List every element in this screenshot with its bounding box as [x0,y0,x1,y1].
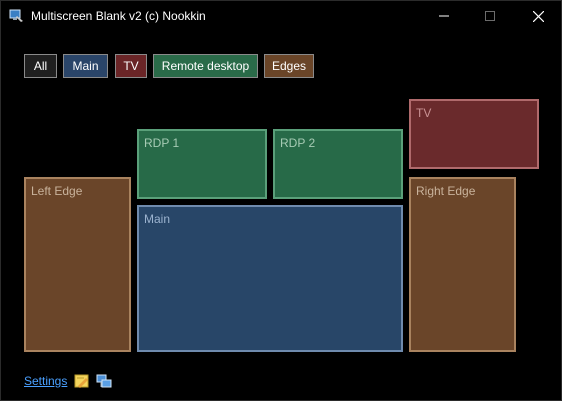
maximize-icon [485,11,495,21]
screen-right-edge[interactable]: Right Edge [409,177,516,352]
title-bar[interactable]: Multiscreen Blank v2 (c) Nookkin [1,1,561,31]
screen-label: Right Edge [416,184,476,198]
screen-main[interactable]: Main [137,205,403,352]
screen-label: TV [416,106,432,120]
screen-tv[interactable]: TV [409,99,539,169]
screen-label: RDP 2 [280,136,316,150]
close-icon [532,10,544,22]
screen-rdp-2[interactable]: RDP 2 [273,129,403,199]
screen-left-edge[interactable]: Left Edge [24,177,131,352]
filter-main-button[interactable]: Main [63,54,108,78]
window-title: Multiscreen Blank v2 (c) Nookkin [31,9,206,23]
close-button[interactable] [515,1,561,31]
screen-label: Main [144,212,171,226]
note-icon[interactable] [74,373,90,389]
settings-link[interactable]: Settings [24,374,67,388]
minimize-icon [439,15,449,17]
filter-edges-button[interactable]: Edges [264,54,314,78]
screen-rdp-1[interactable]: RDP 1 [137,129,267,199]
maximize-button[interactable] [467,1,513,31]
screen-label: Left Edge [31,184,83,198]
app-window: Multiscreen Blank v2 (c) Nookkin All Mai… [0,0,562,401]
filter-remote-desktop-button[interactable]: Remote desktop [153,54,258,78]
screen-label: RDP 1 [144,136,180,150]
minimize-button[interactable] [421,1,467,31]
filter-all-button[interactable]: All [24,54,57,78]
app-icon [8,7,24,23]
filter-tv-button[interactable]: TV [115,54,147,78]
network-icon[interactable] [96,373,112,389]
